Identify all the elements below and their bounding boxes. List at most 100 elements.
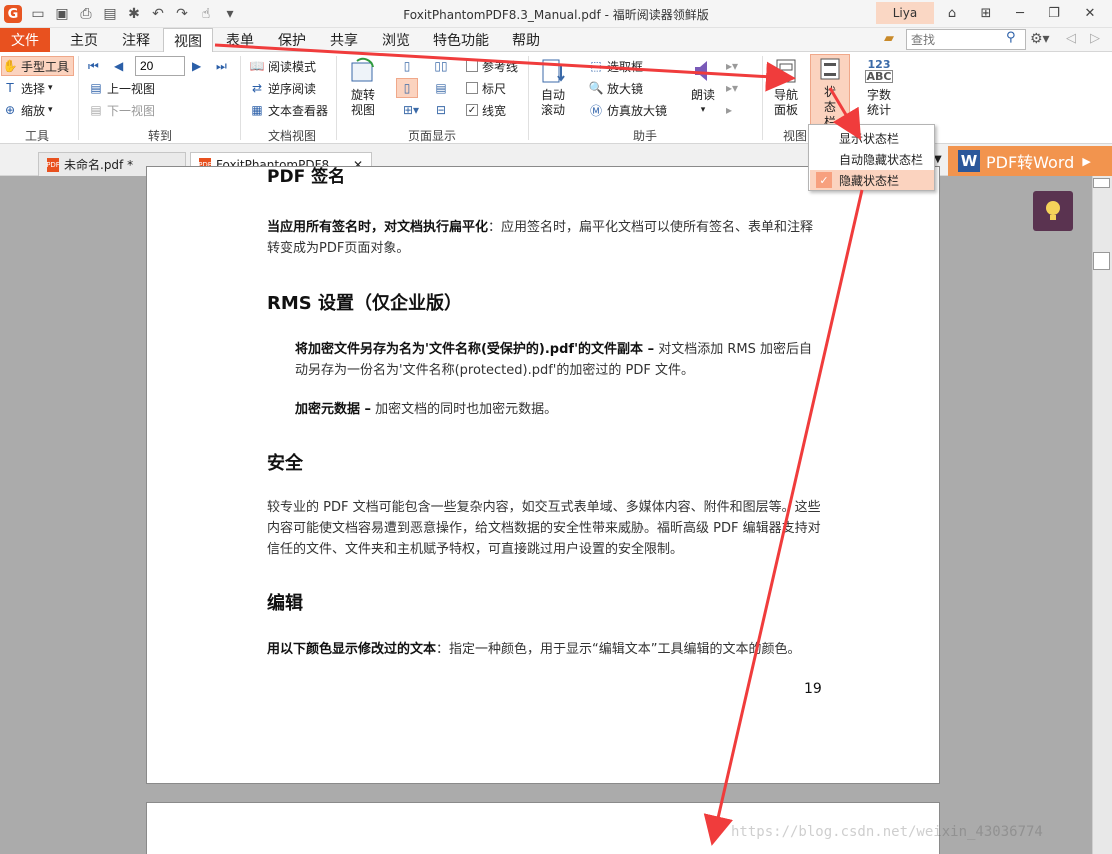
group-separator — [762, 56, 763, 140]
tabs-dropdown-icon[interactable]: ▼ — [934, 154, 942, 165]
tab-features[interactable]: 特色功能 — [424, 28, 498, 52]
rulers-checkbox[interactable]: 标尺 — [466, 78, 506, 98]
magnifier-icon: 🔍 — [588, 81, 604, 95]
next-page-button[interactable]: ▶ — [192, 56, 201, 76]
read-aloud-button[interactable]: 朗读 ▾ — [686, 56, 720, 118]
group-label-goto: 转到 — [147, 129, 172, 143]
vertical-scrollbar[interactable] — [1092, 176, 1112, 854]
lightbulb-hint-button[interactable] — [1033, 191, 1073, 231]
prev-page-button[interactable]: ◀ — [114, 56, 123, 76]
guides-check — [466, 60, 478, 72]
cover-page-button[interactable]: ▤ — [430, 78, 452, 98]
scan-icon[interactable]: ▤ — [100, 4, 120, 24]
word-count-button[interactable]: 123 ABC 字数统计 — [860, 56, 898, 118]
hand-icon: ✋ — [2, 59, 18, 73]
select-tool-button[interactable]: T 选择 ▾ — [2, 78, 52, 98]
prev-view-button[interactable]: ▤ 上一视图 — [88, 78, 155, 98]
marquee-icon: ⬚ — [590, 59, 602, 73]
layout-icon[interactable]: ⊞ — [972, 2, 1000, 24]
checkmark-icon: ✓ — [816, 172, 832, 188]
nav-panel-button[interactable]: 导航面板 — [768, 56, 804, 118]
paragraph-edit-color: 用以下颜色显示修改过的文本：指定一种颜色，用于显示“编辑文本”工具编辑的文本的颜… — [267, 642, 801, 657]
undo-icon[interactable]: ↶ — [148, 4, 168, 24]
tab-home[interactable]: 主页 — [60, 28, 108, 52]
status-bar-menu: 显示状态栏 自动隐藏状态栏 ✓ 隐藏状态栏 — [808, 124, 935, 191]
rotate-view-button[interactable]: 旋转视图 — [344, 56, 382, 118]
menu-item-hide-status-bar[interactable]: ✓ 隐藏状态栏 — [810, 170, 934, 190]
book-icon: 📖 — [249, 59, 265, 73]
redo-icon[interactable]: ↷ — [172, 4, 192, 24]
group-label-assistant: 助手 — [632, 129, 657, 143]
facing-page-button[interactable]: ▯▯ — [430, 56, 452, 76]
next-view-icon: ▤ — [90, 103, 102, 117]
read-mode-button[interactable]: 📖 阅读模式 — [249, 56, 317, 76]
read-aloud-option-3[interactable]: ▸ — [726, 100, 732, 120]
hand-tool-icon[interactable]: ☝ — [196, 4, 216, 24]
tab-comment[interactable]: 注释 — [112, 28, 160, 52]
guides-checkbox[interactable]: 参考线 — [466, 56, 518, 76]
page-layout-dropdown[interactable]: ⊞▾ — [396, 100, 426, 120]
tab-view[interactable]: 视图 — [163, 28, 213, 53]
new-doc-icon[interactable]: ✱ — [124, 4, 144, 24]
last-page-button[interactable]: ⏭ — [216, 56, 227, 76]
tab-share[interactable]: 共享 — [320, 28, 368, 52]
restore-icon[interactable]: ❐ — [1040, 2, 1068, 24]
status-bar-icon — [815, 55, 845, 83]
read-aloud-option-2[interactable]: ▸▾ — [726, 78, 738, 98]
print-icon[interactable]: ⎙ — [76, 4, 96, 24]
tab-form[interactable]: 表单 — [216, 28, 264, 52]
first-page-button[interactable]: ⏮ — [88, 56, 99, 76]
pdf-to-word-button[interactable]: W PDF转Word ▶ — [948, 146, 1112, 176]
ribbon: ✋手型工具 T选择▾ ⊕缩放▾ 工具 ⏮ ◀ ▶ ⏭ ▤上一视图 ▤下一视图 转… — [0, 52, 1112, 144]
heading-rms: RMS 设置（仅企业版） — [267, 293, 463, 314]
tab-protect[interactable]: 保护 — [268, 28, 316, 52]
tab-file[interactable]: 文件 — [0, 28, 50, 52]
scrollbar-thumb[interactable] — [1093, 252, 1110, 270]
user-account[interactable]: Liya — [876, 2, 934, 24]
back-icon[interactable]: ◁ — [1066, 31, 1076, 46]
text-select-icon: T — [6, 81, 14, 95]
forward-icon[interactable]: ▷ — [1090, 31, 1100, 46]
read-aloud-option-1[interactable]: ▸▾ — [726, 56, 738, 76]
status-bar-button[interactable]: 状态栏 — [810, 54, 850, 129]
group-separator — [336, 56, 337, 140]
search-icon[interactable]: ⚲ — [1006, 30, 1016, 45]
group-separator — [528, 56, 529, 140]
line-weights-checkbox[interactable]: ✓ 线宽 — [466, 100, 506, 120]
next-view-button[interactable]: ▤ 下一视图 — [88, 100, 155, 120]
line-weights-check: ✓ — [466, 104, 478, 116]
settings-gear-icon[interactable]: ⚙▾ — [1030, 31, 1050, 47]
paragraph-encrypt-copy: 将加密文件另存为名为'文件名称(受保护的).pdf'的文件副本 – 对文档添加 … — [295, 342, 812, 378]
zoom-icon: ⊕ — [4, 103, 16, 117]
skin-icon[interactable]: ⌂ — [938, 2, 966, 24]
auto-scroll-button[interactable]: 自动滚动 — [534, 56, 572, 118]
reverse-read-button[interactable]: ⇄ 逆序阅读 — [249, 78, 316, 98]
hand-tool-button[interactable]: ✋ 手型工具 — [1, 56, 74, 76]
open-folder-icon[interactable]: ▭ — [28, 4, 48, 24]
document-viewport[interactable]: PDF 签名 当应用所有签名时，对文档执行扁平化：应用签名时，扁平化文档可以使所… — [0, 166, 1092, 854]
continuous-page-button[interactable]: ▯ — [396, 78, 418, 98]
page-number-input[interactable] — [135, 56, 185, 76]
zoom-tool-button[interactable]: ⊕ 缩放 ▾ — [2, 100, 53, 120]
select-box-button[interactable]: ⬚ 选取框 — [588, 56, 643, 76]
foxit-logo-icon[interactable]: G — [4, 5, 22, 23]
tab-browse[interactable]: 浏览 — [372, 28, 420, 52]
customize-dropdown-icon[interactable]: ▾ — [220, 4, 240, 24]
menu-item-auto-hide-status-bar[interactable]: 自动隐藏状态栏 — [810, 149, 934, 169]
menu-item-show-status-bar[interactable]: 显示状态栏 — [810, 128, 934, 148]
rulers-check — [466, 82, 478, 94]
find-folder-icon[interactable]: ▰ — [884, 31, 894, 46]
text-viewer-button[interactable]: ▦ 文本查看器 — [249, 100, 328, 120]
reverse-icon: ⇄ — [251, 81, 263, 95]
magnifier-button[interactable]: 🔍 放大镜 — [588, 78, 644, 98]
word-icon: W — [958, 150, 980, 172]
save-icon[interactable]: ▣ — [52, 4, 72, 24]
close-icon[interactable]: ✕ — [1076, 2, 1104, 24]
tab-help[interactable]: 帮助 — [502, 28, 550, 52]
paragraph-security: 较专业的 PDF 文档可能包含一些复杂内容，如交互式表单域、多媒体内容、附件和图… — [267, 500, 821, 557]
minimize-icon[interactable]: ─ — [1006, 2, 1034, 24]
single-page-button[interactable]: ▯ — [396, 56, 418, 76]
scroll-up-button[interactable] — [1093, 178, 1110, 188]
split-view-button[interactable]: ⊟ — [430, 100, 452, 120]
loupe-button[interactable]: Ⓜ 仿真放大镜 — [588, 100, 667, 120]
